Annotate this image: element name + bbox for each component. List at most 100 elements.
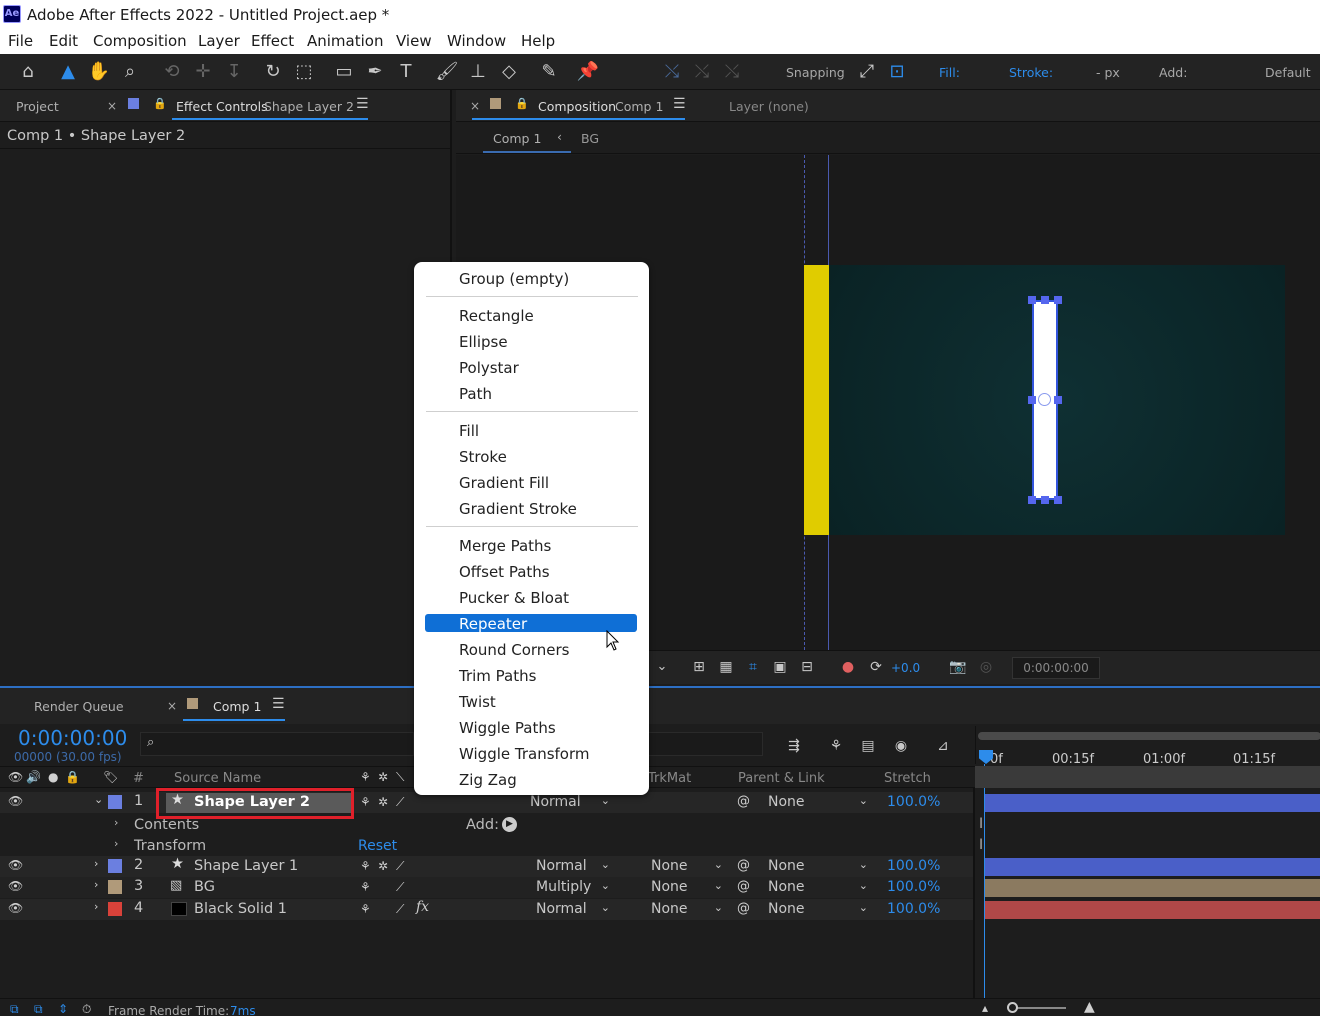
eye-icon[interactable]: 👁 [8,794,23,808]
mode-dropdown[interactable]: Normal ⌄ [536,858,610,876]
reset-exposure-icon[interactable]: ⟳ [864,655,888,679]
exposure-value[interactable]: +0.0 [891,661,920,675]
layer-label-color[interactable] [108,880,122,894]
tab-comp-timeline[interactable]: Comp 1 [213,699,261,714]
layer-name[interactable]: BG [194,879,215,895]
stretch-value[interactable]: 100.0% [887,879,940,895]
contents-group[interactable]: Contents [134,817,199,833]
snap-grid-icon[interactable]: ⊡ [885,60,909,84]
menu-item-zig-zag[interactable]: Zig Zag [459,771,517,789]
column-num[interactable]: # [133,771,144,786]
menu-item-rectangle[interactable]: Rectangle [459,307,534,325]
chevron-down-icon[interactable]: ⌄ [650,655,674,679]
type-tool-icon[interactable]: T [394,60,418,84]
frame-blending-icon[interactable]: ▤ [856,734,880,758]
stroke-label[interactable]: Stroke: [1009,65,1053,80]
quality-switch-icon[interactable]: ⟋ [396,902,404,917]
chevron-right-icon[interactable]: › [94,878,98,891]
local-axis-icon[interactable]: ⤯ [660,60,684,84]
channels-icon[interactable]: ● [836,655,860,679]
flow-comp-prev[interactable]: BG [581,131,599,146]
handle-icon[interactable] [1041,496,1049,504]
menu-item-trim-paths[interactable]: Trim Paths [459,667,536,685]
mode-dropdown[interactable]: Multiply ⌄ [536,879,610,897]
layer-search-input[interactable]: ⌕ [140,732,414,756]
rotation-tool-icon[interactable]: ↻ [261,60,285,84]
parent-dropdown[interactable]: None ⌄ [768,794,868,812]
menu-item-round-corners[interactable]: Round Corners [459,641,570,659]
layer-name[interactable]: Shape Layer 1 [194,858,298,874]
handle-icon[interactable] [1041,296,1049,304]
home-icon[interactable]: ⌂ [16,60,40,84]
clone-stamp-icon[interactable]: ⊥ [466,60,490,84]
stroke-width[interactable]: - px [1096,65,1120,80]
layer-name[interactable]: Shape Layer 2 [194,794,310,810]
layer-label-color[interactable] [108,795,122,809]
label-tag-icon[interactable]: 🏷 [103,770,118,784]
zoom-slider-handle[interactable] [1007,1002,1018,1013]
time-ruler[interactable]: 0f 00:15f 01:00f 01:15f [975,726,1320,767]
video-toggle-icon[interactable]: 👁 [8,770,23,784]
menu-file[interactable]: File [8,32,33,50]
pan-camera-icon[interactable]: ✛ [191,60,215,84]
flow-comp-current[interactable]: Comp 1 [493,131,541,146]
shy-switch-icon[interactable]: ⚘ [360,795,371,809]
pan-behind-icon[interactable]: ⬚ [292,60,316,84]
menu-item-fill[interactable]: Fill [459,422,479,440]
quality-switch-icon[interactable]: ⟋ [396,859,404,874]
shy-switch-icon[interactable]: ⚘ [360,902,371,916]
motion-blur-icon[interactable]: ◉ [889,734,913,758]
stretch-value[interactable]: 100.0% [887,858,940,874]
menu-item-stroke[interactable]: Stroke [459,448,507,466]
menu-animation[interactable]: Animation [307,32,383,50]
layer-duration-bar[interactable] [985,879,1320,897]
add-play-icon[interactable]: ▶ [502,817,517,832]
puppet-pin-icon[interactable]: 📌 [576,60,600,84]
tab-render-queue[interactable]: Render Queue [34,699,124,714]
menu-item-repeater[interactable]: Repeater [459,615,527,633]
trkmat-dropdown[interactable]: None ⌄ [651,858,723,876]
panel-menu-icon[interactable]: ☰ [673,96,686,112]
parent-dropdown[interactable]: None ⌄ [768,901,868,919]
zoom-out-icon[interactable]: ▴ [982,1001,988,1015]
menu-item-wiggle-paths[interactable]: Wiggle Paths [459,719,556,737]
chevron-right-icon[interactable]: › [94,857,98,870]
menu-help[interactable]: Help [521,32,555,50]
layer-duration-bar[interactable] [985,858,1320,876]
eye-icon[interactable]: 👁 [8,858,23,872]
rectangle-tool-icon[interactable]: ▭ [332,60,356,84]
tab-effect-controls[interactable]: Effect Controls [176,99,268,114]
audio-toggle-icon[interactable]: 🔊 [26,770,41,784]
chevron-right-icon[interactable]: › [94,900,98,913]
selection-tool-icon[interactable]: ▲ [56,60,80,84]
workspace-label[interactable]: Default [1265,65,1311,80]
close-icon[interactable]: × [167,699,177,713]
transparency-grid-icon[interactable]: ▦ [714,655,738,679]
layer-switches-icon[interactable]: ⧉ [10,1002,19,1016]
menu-item-path[interactable]: Path [459,385,492,403]
fill-label[interactable]: Fill: [939,65,960,80]
shy-switch-icon[interactable]: ⚘ [360,859,371,873]
menu-composition[interactable]: Composition [93,32,187,50]
menu-view[interactable]: View [396,32,432,50]
solo-icon[interactable]: ● [48,770,58,784]
menu-item-twist[interactable]: Twist [459,693,496,711]
tab-effect-controls-layer[interactable]: Shape Layer 2 [264,99,354,114]
mask-path-icon[interactable]: ⌗ [741,655,765,679]
menu-layer[interactable]: Layer [198,32,240,50]
lock-icon[interactable]: 🔒 [153,97,167,110]
panel-menu-icon[interactable]: ☰ [272,696,285,712]
layer-name[interactable]: Black Solid 1 [194,901,287,917]
yellow-layer-bar[interactable] [804,265,829,535]
menu-item-wiggle-transform[interactable]: Wiggle Transform [459,745,590,763]
column-stretch[interactable]: Stretch [884,771,931,786]
chevron-right-icon[interactable]: › [114,837,118,850]
menu-effect[interactable]: Effect [251,32,294,50]
close-icon[interactable]: × [107,99,117,113]
render-time-icon[interactable]: ⏱ [82,1002,91,1016]
tab-project[interactable]: Project [16,99,59,114]
fx-icon[interactable]: fx [416,899,429,915]
collapse-switch-icon[interactable]: ✲ [378,859,388,873]
work-area-bar[interactable] [978,732,1320,740]
stretch-value[interactable]: 100.0% [887,794,940,810]
